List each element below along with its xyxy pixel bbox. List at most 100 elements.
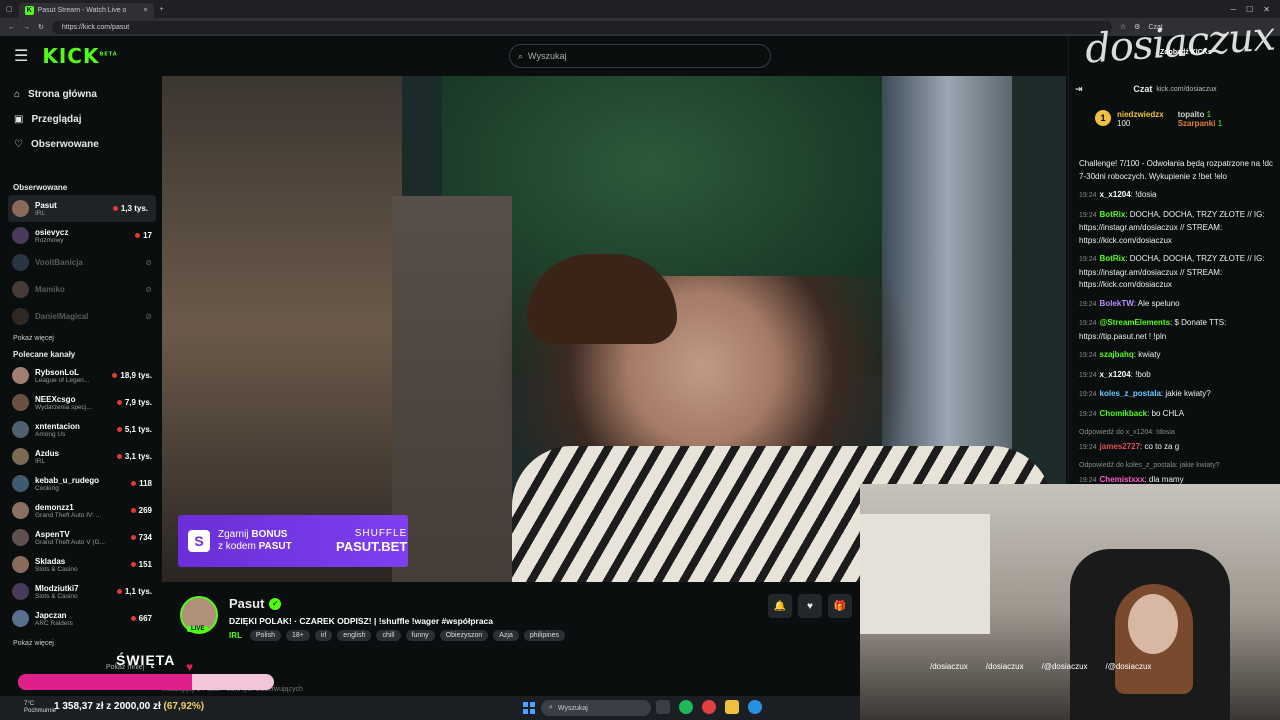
sidebar-channel[interactable]: AspenTV Grand Theft Auto V (G... 734 xyxy=(0,524,160,551)
sidebar-channel[interactable]: Mamiko ⊘ xyxy=(0,276,160,303)
show-more-recommended[interactable]: Pokaż więcej xyxy=(0,640,160,647)
message-user[interactable]: BotRix xyxy=(1100,210,1126,219)
stream-category[interactable]: IRL xyxy=(229,631,242,640)
message-user[interactable]: szajbahq xyxy=(1100,350,1134,359)
chat-panel: ⇥ Czat kick.com/dosiaczux 1 niedzwiedzx 1… xyxy=(1068,36,1280,486)
video-building xyxy=(162,76,402,582)
menu-icon[interactable]: ☰ xyxy=(14,46,28,66)
collapse-chat-icon[interactable]: ⇥ xyxy=(1075,84,1083,95)
promo-site: PASUT.BET xyxy=(336,539,408,554)
close-window-icon[interactable]: ✕ xyxy=(1263,5,1270,14)
live-dot-icon xyxy=(130,535,136,540)
chrome-icon[interactable] xyxy=(702,700,716,714)
donation-progress-fill xyxy=(18,674,192,690)
sidebar-channel[interactable]: Skladas Slots & Casino 151 xyxy=(0,551,160,578)
stream-tag[interactable]: chill xyxy=(376,630,401,641)
kicks-button[interactable]: Zdobądź KICKs xyxy=(1160,49,1212,56)
channel-avatar xyxy=(12,254,29,271)
message-user[interactable]: x_x1204 xyxy=(1100,190,1131,199)
follow-heart-button[interactable]: ♥ xyxy=(798,594,822,618)
message-time: 19:24 xyxy=(1079,320,1097,327)
search-input[interactable]: ⌕ Wyszukaj xyxy=(509,44,771,68)
task-view-icon[interactable] xyxy=(656,700,670,714)
sidebar-channel[interactable]: VooltBanicja ⊘ xyxy=(0,249,160,276)
stream-tag[interactable]: 18+ xyxy=(285,630,310,641)
sidebar-nav-following[interactable]: ♡ Obserwowane xyxy=(0,132,160,157)
sidebar-nav-home[interactable]: ⌂ Strona główna xyxy=(0,82,160,107)
webcam-window xyxy=(860,514,990,634)
live-dot-icon xyxy=(135,233,141,238)
donation-progress-text: 1 358,37 zł z 2000,00 zł (67,92%) xyxy=(54,701,205,712)
show-more-followed[interactable]: Pokaż więcej xyxy=(0,335,160,342)
browser-tab[interactable]: K Pasut Stream - Watch Live o × xyxy=(18,3,154,18)
taskbar-apps xyxy=(656,700,762,714)
show-less-link[interactable]: Pokaż mniej xyxy=(106,664,144,671)
forward-icon[interactable]: → xyxy=(23,24,30,31)
message-text: co to za g xyxy=(1144,441,1180,451)
message-user[interactable]: Chomikback xyxy=(1100,409,1148,418)
viewer-count: 3,1 tys. xyxy=(116,452,152,461)
message-user[interactable]: Chemistxxx xyxy=(1100,475,1145,484)
sidebar-channel[interactable]: kebab_u_rudego Cooking 118 xyxy=(0,470,160,497)
back-icon[interactable]: ← xyxy=(8,24,15,31)
gift-button[interactable]: 🎁 xyxy=(828,594,852,618)
stream-tag[interactable]: english xyxy=(337,630,372,641)
channel-category: Rozmowy xyxy=(35,236,64,244)
stream-tag[interactable]: Obieżyszon xyxy=(439,630,489,641)
browser-tab-bar: ▢ K Pasut Stream - Watch Live o × + ─ ☐ … xyxy=(0,0,1280,18)
window-menu-icon[interactable]: ▢ xyxy=(6,5,13,13)
sidebar-channel[interactable]: Mlodziutki7 Slots & Casino 1,1 tys. xyxy=(0,578,160,605)
channel-avatar xyxy=(12,502,29,519)
sidebar-channel[interactable]: demonzz1 Grand Theft Auto IV: ... 269 xyxy=(0,497,160,524)
streamer-name[interactable]: Pasut xyxy=(229,596,264,611)
notification-bell-button[interactable]: 🔔 xyxy=(768,594,792,618)
sidebar-channel[interactable]: DanielMagical ⊘ xyxy=(0,303,160,330)
taskbar-search[interactable]: ⌕ Wyszukaj xyxy=(541,700,651,716)
sidebar-nav-browse[interactable]: ▣ Przeglądaj xyxy=(0,107,160,132)
sidebar-channel[interactable]: Japczan ARC Raiders 667 xyxy=(0,605,160,632)
stream-tag[interactable]: irl xyxy=(314,630,333,641)
reply-reference: Odpowiedź do x_x1204: !dosia xyxy=(1079,429,1175,436)
stream-tag[interactable]: Azja xyxy=(493,630,519,641)
tab-title: Pasut Stream - Watch Live o xyxy=(37,7,127,14)
explorer-icon[interactable] xyxy=(725,700,739,714)
windows-start-icon[interactable] xyxy=(523,702,535,714)
message-user[interactable]: james2727 xyxy=(1100,442,1140,451)
new-tab-icon[interactable]: + xyxy=(160,6,164,13)
sidebar-channel[interactable]: osievycz Rozmowy 17 xyxy=(0,222,160,249)
sidebar-channel[interactable]: RybsonLoL League of Legen... 18,9 tys. xyxy=(0,362,160,389)
chat-message: Odpowiedź do koles_z_postala: jakie kwia… xyxy=(1079,460,1275,487)
maximize-icon[interactable]: ☐ xyxy=(1246,5,1253,14)
sidebar-channel[interactable]: xntentacion Among Us 5,1 tys. xyxy=(0,416,160,443)
message-user[interactable]: x_x1204 xyxy=(1100,370,1131,379)
chat-header: ⇥ Czat kick.com/dosiaczux xyxy=(1069,80,1280,98)
minimize-icon[interactable]: ─ xyxy=(1230,5,1236,14)
channel-avatar xyxy=(12,227,29,244)
stream-tag[interactable]: philipines xyxy=(523,630,566,641)
message-user[interactable]: BotRix xyxy=(1100,254,1126,263)
weather-widget[interactable]: 7°C Pochmurnie xyxy=(24,701,56,715)
site-header: ☰ KICKBETA ⌕ Wyszukaj xyxy=(0,36,1068,76)
edge-icon[interactable] xyxy=(748,700,762,714)
promo-banner[interactable]: S Zgarnij BONUS z kodem PASUT SHUFFLE PASU… xyxy=(178,515,408,567)
channel-category: Among Us xyxy=(35,430,66,438)
message-user[interactable]: @StreamElements xyxy=(1100,318,1171,327)
channel-avatar xyxy=(12,281,29,298)
kick-logo[interactable]: KICKBETA xyxy=(42,44,117,68)
stream-tag[interactable]: funny xyxy=(405,630,435,641)
spotify-icon[interactable] xyxy=(679,700,693,714)
message-user[interactable]: BolekTW xyxy=(1100,299,1134,308)
reload-icon[interactable]: ↻ xyxy=(38,23,44,31)
sidebar-channel[interactable]: Pasut IRL 1,3 tys. xyxy=(8,195,156,222)
live-dot-icon xyxy=(116,400,122,405)
sidebar-channel[interactable]: NEEXcsgo Wydarzenia specj... 7,9 tys. xyxy=(0,389,160,416)
message-user[interactable]: koles_z_postala xyxy=(1100,389,1161,398)
sidebar-channel[interactable]: Azdus IRL 3,1 tys. xyxy=(0,443,160,470)
recommended-section-title: Polecane kanały xyxy=(13,350,76,359)
url-field[interactable]: https://kick.com/pasut xyxy=(51,20,1112,34)
tag-list: IRL Polish 18+ irl english chill funny Obieżys… xyxy=(229,630,566,641)
nav-label: Przeglądaj xyxy=(31,114,82,125)
tab-close-icon[interactable]: × xyxy=(144,7,148,14)
stream-tag[interactable]: Polish xyxy=(249,630,281,641)
message-time: 19:24 xyxy=(1079,352,1097,359)
